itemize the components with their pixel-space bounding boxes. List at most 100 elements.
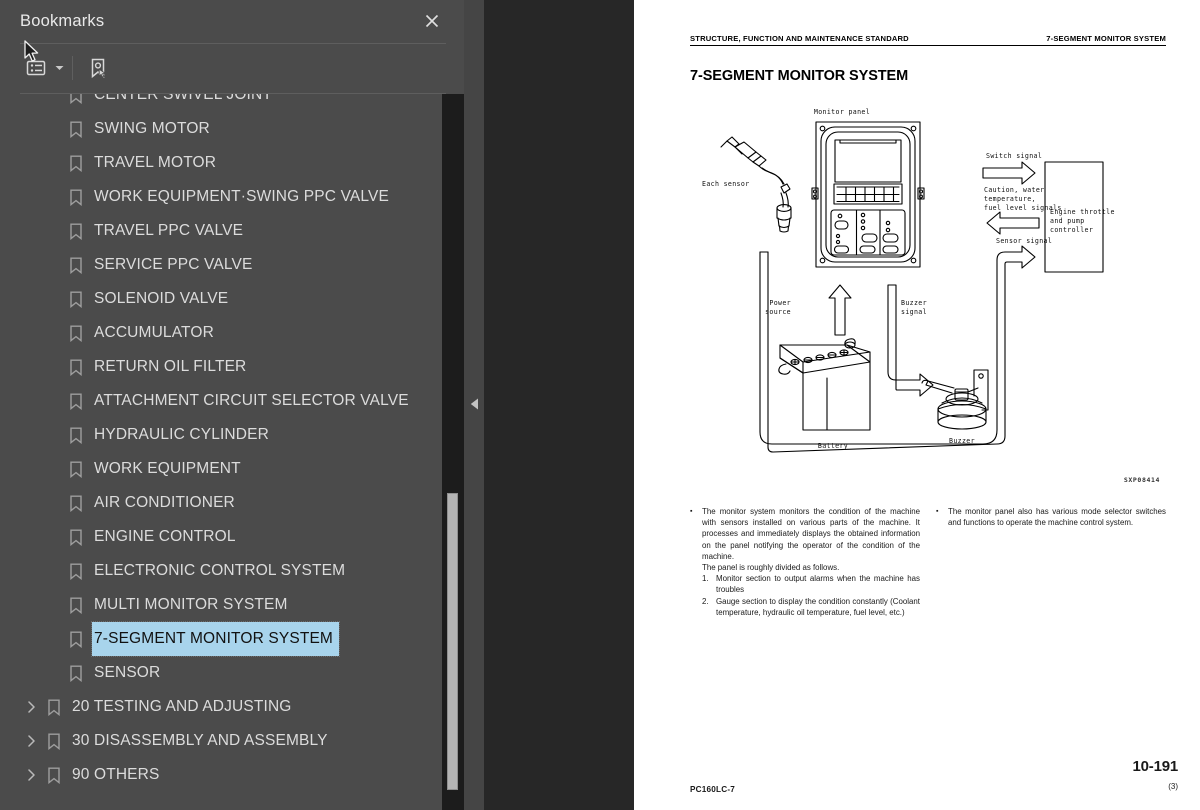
bookmark-icon <box>42 690 66 724</box>
bookmark-label: ACCUMULATOR <box>94 324 214 341</box>
bookmark-item[interactable]: CENTER SWIVEL JOINT <box>0 94 464 112</box>
bookmark-label-wrap: ENGINE CONTROL <box>94 520 236 554</box>
page-revision: (3) <box>1168 782 1178 791</box>
bookmark-item[interactable]: AIR CONDITIONER <box>0 486 464 520</box>
item-text: Monitor section to output alarms when th… <box>716 574 920 595</box>
bookmark-label: TRAVEL PPC VALVE <box>94 222 244 239</box>
bookmark-item[interactable]: RETURN OIL FILTER <box>0 350 464 384</box>
new-bookmark-icon[interactable] <box>82 52 114 84</box>
bookmarks-scrollbar-thumb[interactable] <box>447 493 458 790</box>
bookmark-icon <box>42 724 66 758</box>
caution-signal-arrow <box>986 211 1040 235</box>
label-buzzer: Buzzer <box>949 437 975 445</box>
body-column-left: ▪ The monitor system monitors the condit… <box>690 506 920 618</box>
bookmark-label: ENGINE CONTROL <box>94 528 236 545</box>
bookmark-label-wrap: CENTER SWIVEL JOINT <box>94 94 272 112</box>
bookmark-label: WORK EQUIPMENT <box>94 460 241 477</box>
bookmark-label-wrap: HYDRAULIC CYLINDER <box>94 418 269 452</box>
label-battery: Battery <box>818 442 848 450</box>
sensor-signal-arrow <box>996 245 1036 286</box>
bookmark-item[interactable]: ENGINE CONTROL <box>0 520 464 554</box>
bookmark-label: CENTER SWIVEL JOINT <box>94 94 272 103</box>
bookmark-item[interactable]: SWING MOTOR <box>0 112 464 146</box>
bookmark-label: SENSOR <box>94 664 161 681</box>
list-options-icon[interactable] <box>20 52 52 84</box>
bookmark-label-wrap: SOLENOID VALVE <box>94 282 228 316</box>
bookmark-item[interactable]: SENSOR <box>0 656 464 690</box>
bookmark-label-wrap: WORK EQUIPMENT <box>94 452 241 486</box>
bookmark-item[interactable]: SOLENOID VALVE <box>0 282 464 316</box>
model-number: PC160LC-7 <box>690 785 736 794</box>
figure-code: SXP08414 <box>1123 476 1160 484</box>
left-numbered-item: 2. Gauge section to display the conditio… <box>702 596 920 618</box>
bookmark-label-wrap: TRAVEL MOTOR <box>94 146 216 180</box>
bookmarks-list[interactable]: CENTER SWIVEL JOINT SWING MOTOR TRAVEL MOT… <box>0 94 464 810</box>
bookmark-icon <box>64 622 88 656</box>
bookmark-item[interactable]: 30 DISASSEMBLY AND ASSEMBLY <box>0 724 464 758</box>
bullet-icon: ▪ <box>690 508 693 515</box>
bookmark-label-wrap: 90 OTHERS <box>72 758 160 792</box>
bookmark-item[interactable]: WORK EQUIPMENT <box>0 452 464 486</box>
bookmark-item[interactable]: 90 OTHERS <box>0 758 464 792</box>
bookmark-label-wrap: AIR CONDITIONER <box>94 486 235 520</box>
bookmark-label-wrap: ATTACHMENT CIRCUIT SELECTOR VALVE <box>94 384 409 418</box>
bookmark-label-wrap: TRAVEL PPC VALVE <box>94 214 243 248</box>
bookmark-item[interactable]: ELECTRONIC CONTROL SYSTEM <box>0 554 464 588</box>
bookmark-icon <box>64 112 88 146</box>
chevron-right-icon[interactable] <box>20 758 42 792</box>
system-diagram-figure: Monitor panel Each sensor Switch signal … <box>690 100 1166 490</box>
page-number-block: 10-191 (3) <box>1132 758 1178 794</box>
label-power-1: Power <box>769 299 791 307</box>
bookmark-item[interactable]: HYDRAULIC CYLINDER <box>0 418 464 452</box>
pdf-reader-window: Bookmarks CENTER SWIVEL JOINT SWING MOTO… <box>0 0 1200 810</box>
bookmark-item[interactable]: WORK EQUIPMENT·SWING PPC VALVE <box>0 180 464 214</box>
close-icon[interactable] <box>420 9 444 33</box>
bookmark-icon <box>64 146 88 180</box>
bookmark-label-wrap: ACCUMULATOR <box>94 316 214 350</box>
left-numbered-item: 1. Monitor section to output alarms when… <box>702 573 920 595</box>
right-bullet: ▪ The monitor panel also has various mod… <box>936 506 1166 528</box>
bookmark-item[interactable]: SERVICE PPC VALVE <box>0 248 464 282</box>
bookmark-label: 30 DISASSEMBLY AND ASSEMBLY <box>72 732 328 749</box>
right-bullet-text: The monitor panel also has various mode … <box>948 507 1166 528</box>
label-controller-3: controller <box>1050 226 1093 234</box>
bookmark-label: 20 TESTING AND ADJUSTING <box>72 698 292 715</box>
bookmark-icon <box>64 452 88 486</box>
bookmark-item[interactable]: ACCUMULATOR <box>0 316 464 350</box>
bookmark-item[interactable]: TRAVEL MOTOR <box>0 146 464 180</box>
switch-signal-arrow <box>982 161 1036 185</box>
bookmark-label: SOLENOID VALVE <box>94 290 229 307</box>
label-monitor-panel: Monitor panel <box>814 108 870 116</box>
chevron-right-icon[interactable] <box>20 690 42 724</box>
chevron-down-icon[interactable] <box>52 53 66 83</box>
collapse-panel-button[interactable] <box>464 388 484 420</box>
bookmark-icon <box>64 418 88 452</box>
bookmark-label: SWING MOTOR <box>94 120 210 137</box>
bookmark-item[interactable]: ATTACHMENT CIRCUIT SELECTOR VALVE <box>0 384 464 418</box>
bookmark-item[interactable]: MULTI MONITOR SYSTEM <box>0 588 464 622</box>
label-buzzer-signal-1: Buzzer <box>901 299 927 307</box>
bookmark-icon <box>64 554 88 588</box>
chevron-right-icon[interactable] <box>20 724 42 758</box>
page-running-header: STRUCTURE, FUNCTION AND MAINTENANCE STAN… <box>690 34 1166 46</box>
bookmark-item[interactable]: 20 TESTING AND ADJUSTING <box>0 690 464 724</box>
bookmark-icon <box>64 384 88 418</box>
left-followup-text: The panel is roughly divided as follows. <box>702 563 840 573</box>
bookmarks-toolbar <box>0 42 464 94</box>
header-left-text: STRUCTURE, FUNCTION AND MAINTENANCE STAN… <box>690 34 909 43</box>
body-column-right: ▪ The monitor panel also has various mod… <box>936 506 1166 618</box>
viewer-background <box>484 0 634 810</box>
power-source-arrow <box>828 284 852 336</box>
label-buzzer-signal-2: signal <box>901 308 927 316</box>
bookmark-icon <box>64 520 88 554</box>
item-text: Gauge section to display the condition c… <box>716 596 920 617</box>
bookmarks-panel: Bookmarks CENTER SWIVEL JOINT SWING MOTO… <box>0 0 464 810</box>
bookmark-label-wrap: MULTI MONITOR SYSTEM <box>94 588 288 622</box>
bookmark-label-wrap: WORK EQUIPMENT·SWING PPC VALVE <box>94 180 389 214</box>
bookmark-icon <box>64 486 88 520</box>
bookmark-label-wrap: SENSOR <box>94 656 160 690</box>
bookmark-item[interactable]: TRAVEL PPC VALVE <box>0 214 464 248</box>
bookmark-label: ATTACHMENT CIRCUIT SELECTOR VALVE <box>94 392 409 409</box>
bookmark-item[interactable]: 7-SEGMENT MONITOR SYSTEM <box>0 621 464 657</box>
bookmark-label: HYDRAULIC CYLINDER <box>94 426 269 443</box>
